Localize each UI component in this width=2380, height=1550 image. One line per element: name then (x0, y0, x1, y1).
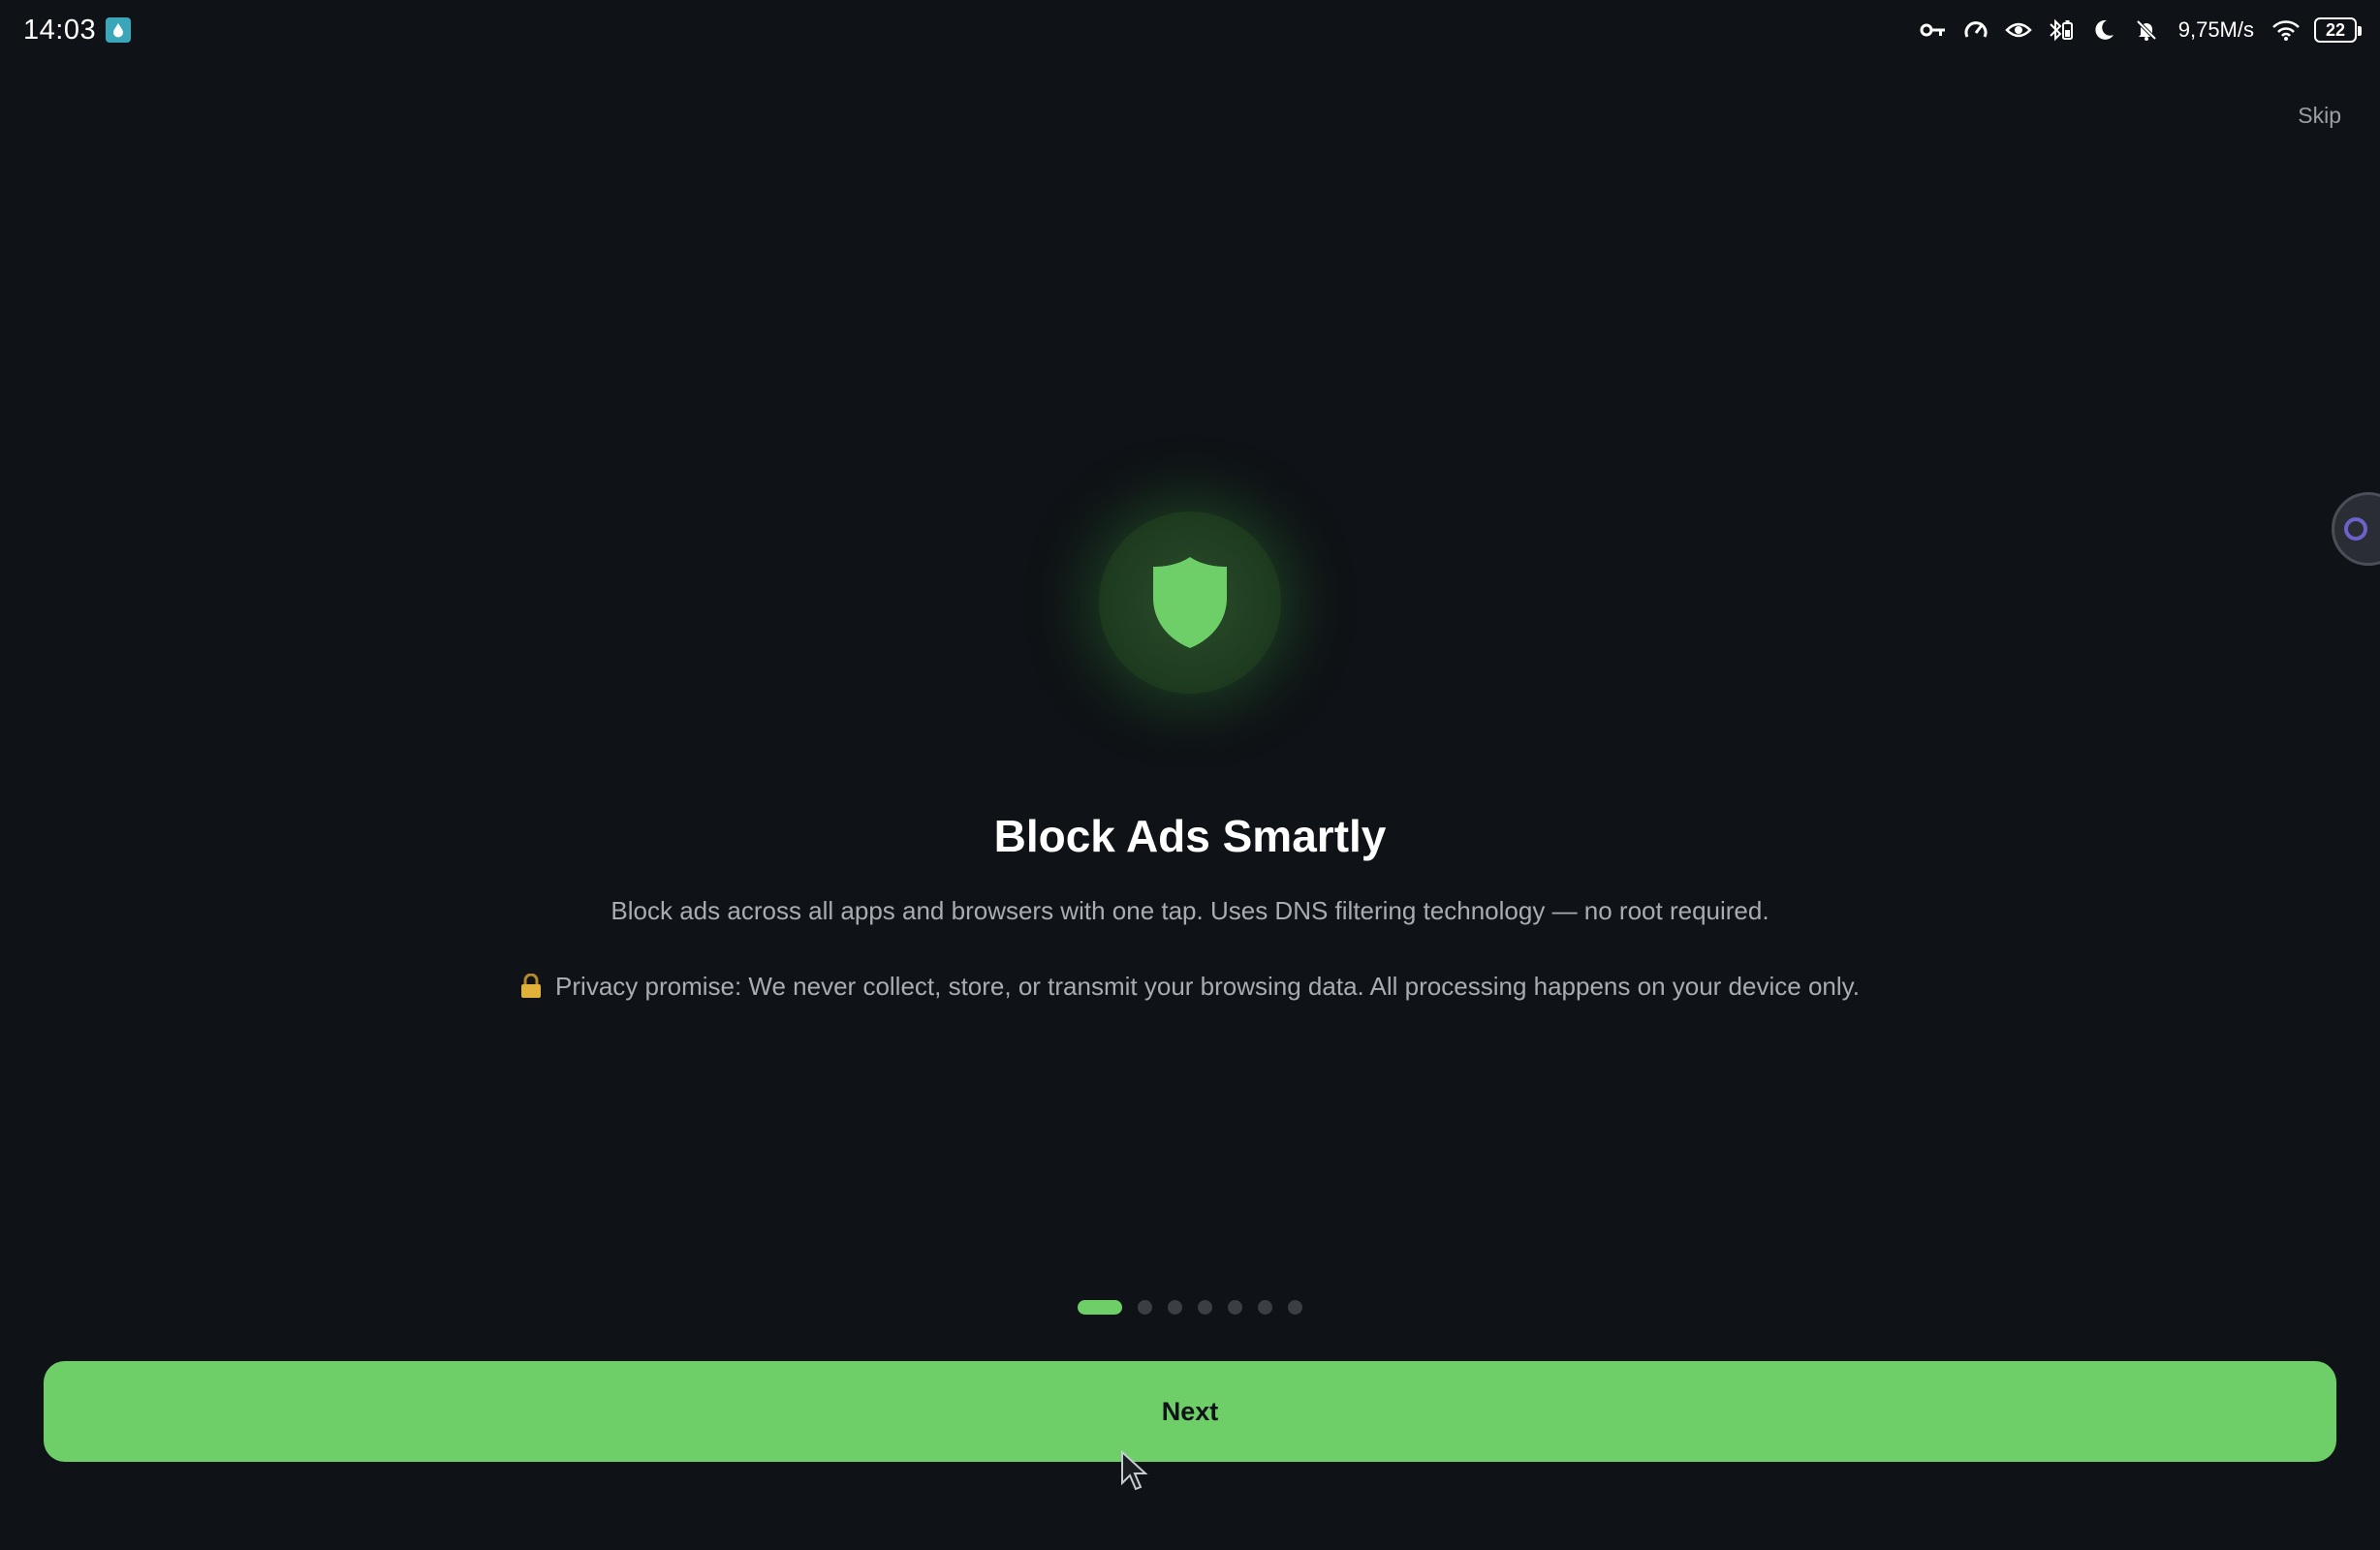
page-dot (1168, 1300, 1182, 1315)
page-dot (1198, 1300, 1212, 1315)
wifi-icon (2271, 16, 2301, 45)
status-bar: 14:03 9,75M/s 22 (0, 0, 2380, 60)
status-time: 14:03 (23, 14, 97, 46)
page-dot (1258, 1300, 1272, 1315)
page-dot (1228, 1300, 1242, 1315)
speed-icon (1961, 16, 1990, 45)
page-dot (1288, 1300, 1302, 1315)
page-dot-active (1078, 1300, 1122, 1315)
assistant-icon (2344, 517, 2367, 541)
mouse-cursor-icon (1121, 1450, 1148, 1491)
lock-icon (520, 973, 546, 1001)
page-dot (1138, 1300, 1152, 1315)
status-right: 9,75M/s 22 (1919, 16, 2362, 45)
shield-icon (1153, 557, 1227, 648)
network-speed: 9,75M/s (2177, 17, 2254, 42)
app-notification-icon (106, 17, 132, 43)
eye-icon (2004, 16, 2033, 45)
privacy-note: Privacy promise: We never collect, store… (0, 972, 2380, 1002)
vpn-key-icon (1919, 16, 1948, 45)
onboarding-title: Block Ads Smartly (993, 811, 1387, 861)
bluetooth-battery-icon (2047, 16, 2076, 45)
moon-icon (2089, 16, 2118, 45)
bell-off-icon (2132, 16, 2161, 45)
onboarding-description: Block ads across all apps and browsers w… (611, 896, 1769, 925)
battery-icon: 22 (2314, 17, 2362, 43)
status-left: 14:03 (23, 14, 132, 46)
skip-button[interactable]: Skip (2298, 103, 2341, 129)
privacy-note-text: Privacy promise: We never collect, store… (555, 972, 1860, 1001)
hero-badge (1099, 512, 1281, 694)
page-indicator (0, 1300, 2380, 1315)
floating-assistant-handle[interactable] (2332, 492, 2380, 566)
next-button[interactable]: Next (44, 1361, 2336, 1462)
onboarding-screen: 14:03 9,75M/s 22 Skip Block Ads Smartly … (0, 0, 2380, 1550)
